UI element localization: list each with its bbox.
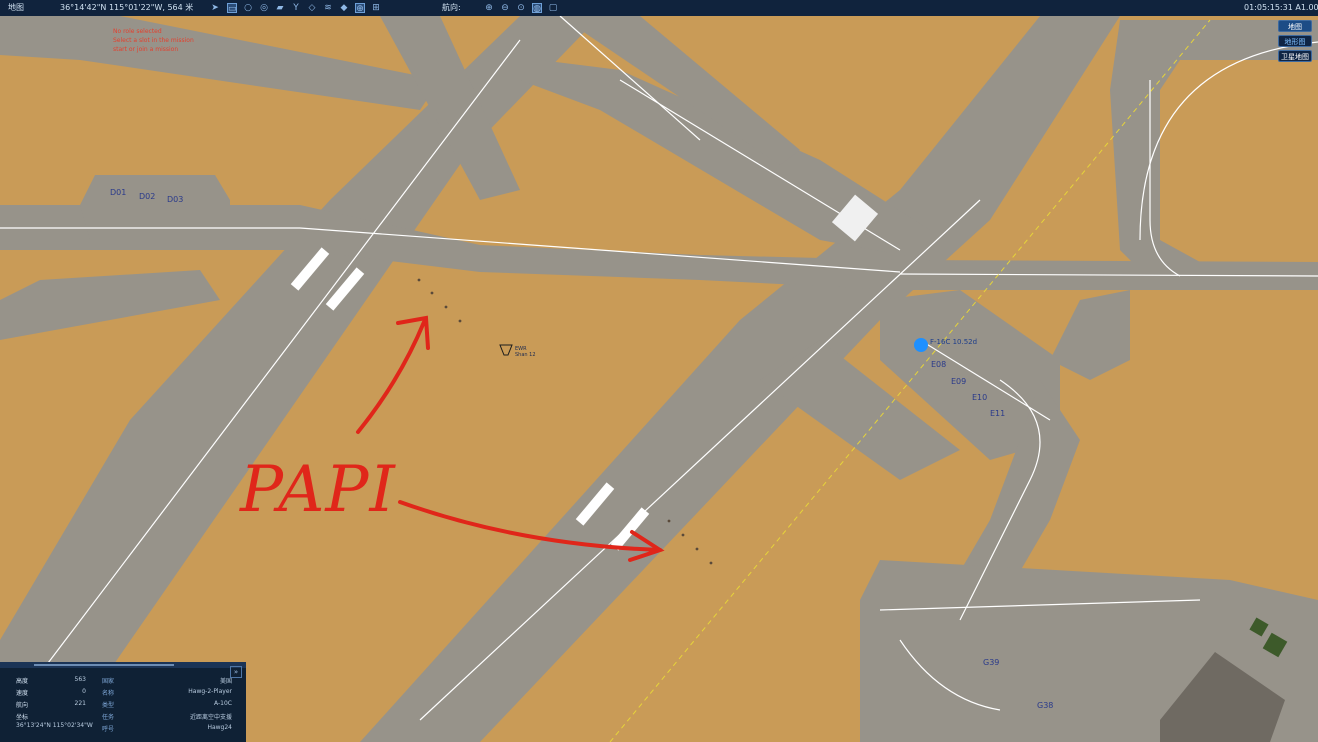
player-aircraft-label: F-16C 10.52d [930, 338, 978, 346]
stand-e11[interactable]: E11 [990, 409, 1005, 418]
radio-icon[interactable]: ≋ [323, 3, 333, 13]
info-row-task: 任务 近距离空中支援 [102, 714, 232, 721]
ruler-icon[interactable]: ▭ [227, 3, 237, 14]
warning-line-2: Select a slot in the mission [113, 37, 194, 44]
layer-terrain-button[interactable]: 地形图 [1278, 35, 1312, 47]
branch-icon[interactable]: Y [291, 3, 301, 13]
info-row-speed: 速度 0 [16, 688, 86, 697]
info-row-type: 类型 A-10C [102, 700, 232, 709]
warning-line-1: No role selected [113, 28, 162, 35]
airfield-map[interactable] [0, 0, 1318, 742]
info-row-heading: 航向 221 [16, 700, 86, 709]
info-row-country: 国家 美国 [102, 678, 232, 685]
circle-icon[interactable]: ○ [243, 3, 253, 13]
stand-g39[interactable]: G39 [983, 658, 999, 667]
grid-icon[interactable]: ⊞ [371, 3, 381, 13]
layers-icon[interactable]: ◎ [259, 3, 269, 13]
papi-annotation-text: PAPI [240, 453, 396, 527]
stand-e08[interactable]: E08 [931, 360, 946, 369]
stand-d02[interactable]: D02 [139, 192, 155, 201]
unit-info-panel: » 高度 563 速度 0 航向 221 坐标 36°13'24"N 115°0… [0, 662, 246, 742]
info-row-coords-label: 坐标 [16, 714, 29, 721]
stand-e09[interactable]: E09 [951, 377, 966, 386]
info-row-callsign: 呼号 Hawg24 [102, 724, 232, 733]
info-coords: 36°13'24"N 115°02'34"W [16, 722, 93, 729]
stand-e10[interactable]: E10 [972, 393, 987, 402]
top-toolbar: 地图 36°14'42"N 115°01'22"W, 564 米 ➤ ▭ ○ ◎… [0, 0, 1318, 16]
layer-map-button[interactable]: 地图 [1278, 20, 1312, 32]
mission-clock: 01:05:15:31 A1.00 [1244, 3, 1318, 12]
map-menu[interactable]: 地图 [8, 0, 24, 16]
stand-g38[interactable]: G38 [1037, 701, 1053, 710]
send-icon[interactable]: ➤ [210, 3, 220, 13]
info-panel-tabstrip[interactable] [0, 662, 246, 668]
zoom-out-icon[interactable]: ⊖ [500, 3, 510, 13]
stand-d03[interactable]: D03 [167, 195, 183, 204]
stand-d01[interactable]: D01 [110, 188, 126, 197]
heading-label: 航向: [442, 3, 461, 12]
apron-d [80, 175, 230, 240]
papi-annotation: PAPI [232, 450, 395, 550]
ground-unit-label-name: Shan 12 [515, 352, 536, 358]
info-row-altitude: 高度 563 [16, 676, 86, 685]
tower-icon[interactable]: ⊕ [355, 3, 365, 14]
vehicle-icon[interactable]: ▰ [275, 3, 285, 13]
layer-satellite-button[interactable]: 卫星地图 [1278, 50, 1312, 62]
info-row-name: 名称 Hawg-2-Player [102, 688, 232, 697]
frame-icon[interactable]: ▢ [548, 3, 558, 13]
diamond-icon[interactable]: ◆ [339, 3, 349, 13]
globe-icon[interactable]: ◍ [532, 3, 542, 14]
target-icon[interactable]: ◇ [307, 3, 317, 13]
zoom-fit-icon[interactable]: ⊙ [516, 3, 526, 13]
cursor-coordinates: 36°14'42"N 115°01'22"W, 564 米 [60, 3, 194, 12]
zoom-in-icon[interactable]: ⊕ [484, 3, 494, 13]
warning-line-3: start or join a mission [113, 46, 179, 53]
player-aircraft-icon[interactable] [914, 338, 928, 352]
